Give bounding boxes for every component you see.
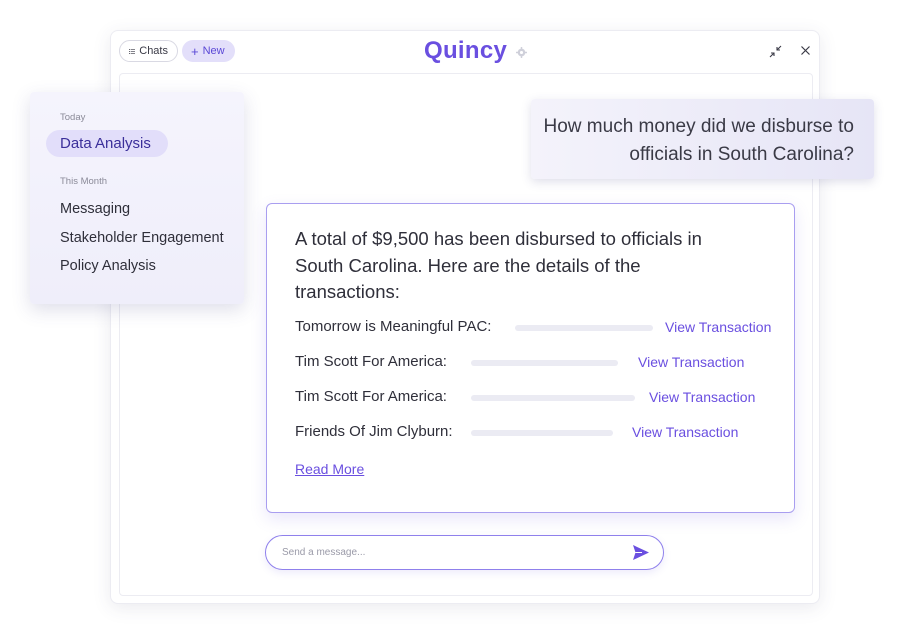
chats-button[interactable]: Chats bbox=[119, 40, 178, 62]
section-this-month: This Month bbox=[60, 176, 107, 187]
sidebar-item-stakeholder-engagement[interactable]: Stakeholder Engagement bbox=[60, 230, 224, 246]
view-transaction-link[interactable]: View Transaction bbox=[649, 389, 755, 405]
chats-label: Chats bbox=[139, 45, 168, 57]
transaction-name: Tim Scott For America: bbox=[295, 353, 447, 370]
plus-icon: + bbox=[191, 43, 199, 59]
assistant-message: A total of $9,500 has been disbursed to … bbox=[266, 203, 795, 513]
transaction-placeholder-bar bbox=[471, 395, 635, 401]
assistant-message-text: A total of $9,500 has been disbursed to … bbox=[295, 228, 702, 302]
transaction-name: Tim Scott For America: bbox=[295, 388, 447, 405]
view-transaction-link[interactable]: View Transaction bbox=[665, 319, 771, 335]
view-transaction-link[interactable]: View Transaction bbox=[638, 354, 744, 370]
new-label: New bbox=[202, 45, 225, 57]
transaction-placeholder-bar bbox=[515, 325, 653, 331]
brand-title: Quincy bbox=[424, 37, 508, 64]
transaction-name: Tomorrow is Meaningful PAC: bbox=[295, 318, 492, 335]
new-chat-button[interactable]: + New bbox=[182, 40, 235, 62]
transaction-placeholder-bar bbox=[471, 430, 613, 436]
sidebar-item-messaging[interactable]: Messaging bbox=[60, 201, 130, 217]
sidebar-item-data-analysis[interactable]: Data Analysis bbox=[46, 130, 168, 157]
message-input[interactable] bbox=[282, 544, 602, 560]
list-icon bbox=[129, 48, 135, 54]
user-message-text: How much money did we disburse to offici… bbox=[543, 116, 854, 165]
sidebar-item-policy-analysis[interactable]: Policy Analysis bbox=[60, 258, 156, 274]
collapse-icon[interactable] bbox=[769, 45, 782, 58]
sidebar-item-label: Data Analysis bbox=[60, 135, 151, 152]
gear-icon[interactable] bbox=[516, 47, 527, 58]
chat-history-panel: Today Data Analysis This Month Messaging… bbox=[30, 92, 244, 304]
user-message: How much money did we disburse to offici… bbox=[531, 99, 874, 179]
section-today: Today bbox=[60, 112, 86, 123]
close-icon[interactable] bbox=[800, 45, 811, 56]
transaction-name: Friends Of Jim Clyburn: bbox=[295, 423, 453, 440]
send-icon[interactable] bbox=[632, 544, 650, 561]
view-transaction-link[interactable]: View Transaction bbox=[632, 424, 738, 440]
message-composer bbox=[265, 535, 664, 570]
read-more-link[interactable]: Read More bbox=[295, 461, 364, 477]
transaction-placeholder-bar bbox=[471, 360, 618, 366]
